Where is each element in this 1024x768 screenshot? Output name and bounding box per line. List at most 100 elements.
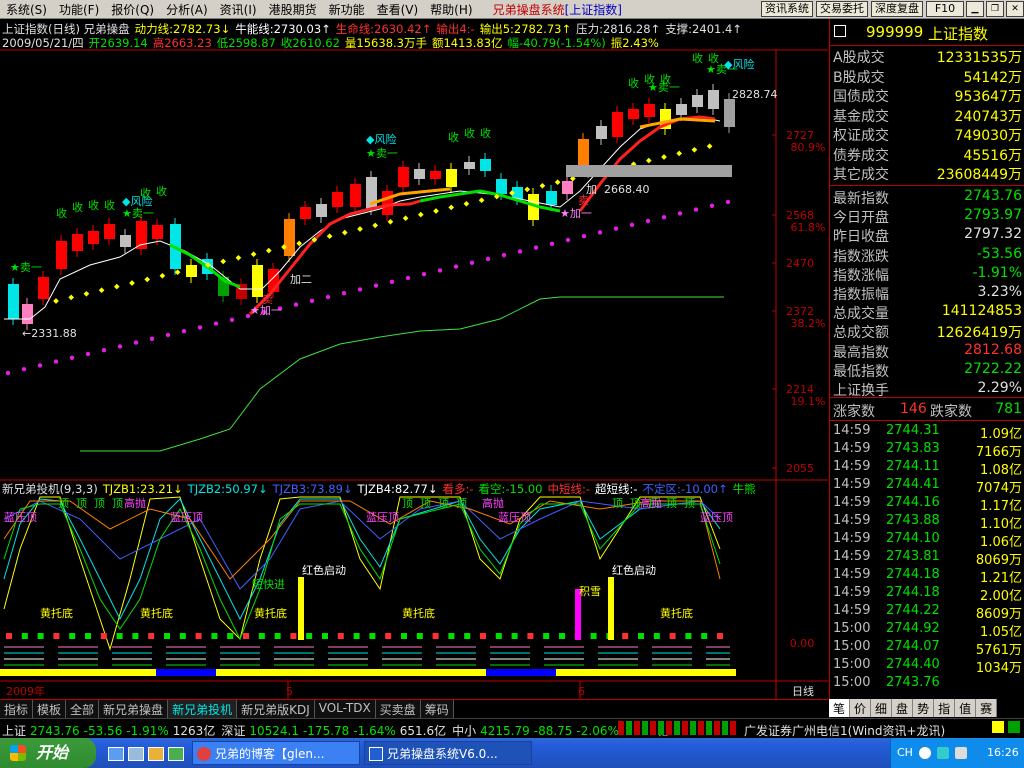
tray-help-icon[interactable] [919,747,931,759]
tab-2[interactable]: 全部 [66,700,100,718]
magenta-dot [421,272,427,277]
close-icon[interactable]: ✕ [1006,1,1024,17]
tab-4[interactable]: 新兄弟投机 [168,700,238,718]
stat-value: 749030万 [954,128,1022,144]
signal-bar [164,633,170,639]
close-signal: 收 [448,130,459,144]
tick-row[interactable]: 14:59 2743.81 8069万 [830,549,1024,568]
menu-info[interactable]: 资讯(I) [214,1,263,18]
tick-row[interactable]: 14:59 2743.83 7166万 [830,441,1024,460]
tab-5[interactable]: 新兄弟版KDJ [237,700,315,718]
folder-icon[interactable] [148,747,164,761]
language-indicator[interactable]: CH [897,746,913,759]
signal-bar [243,633,249,639]
tick-row[interactable]: 15:00 2744.92 1.05亿 [830,621,1024,640]
magenta-dot [181,329,187,334]
restore-icon[interactable]: ❐ [986,1,1004,17]
menu-help[interactable]: 帮助(H) [424,1,478,18]
app-icon[interactable] [168,747,184,761]
quote-tab-3[interactable]: 盘 [892,699,914,717]
tick-row[interactable]: 15:00 2744.40 1034万 [830,657,1024,676]
quote-tab-5[interactable]: 指 [934,699,956,717]
top-label: 顶 [666,497,677,510]
start-button[interactable]: 开始 [0,738,96,768]
menu-view[interactable]: 查看(V) [371,1,425,18]
signal-bar [464,633,471,639]
menu-function[interactable]: 功能(F) [53,1,105,18]
menu-hk-futures[interactable]: 港股期货 [263,1,323,18]
quote-tab-1[interactable]: 价 [850,699,872,717]
magenta-dot [725,199,731,205]
signal-bar [179,633,186,639]
tick-row[interactable]: 14:59 2744.18 2.00亿 [830,585,1024,604]
status-field-2: -53.56 [83,724,123,738]
task-blog[interactable]: 兄弟的博客【glen... [192,741,360,765]
turnover-row: 基金成交 240743万 [830,106,1024,125]
blue-press-label: 蓝压顶 [700,511,733,524]
tick-row[interactable]: 14:59 2743.88 1.10亿 [830,513,1024,532]
task-trading[interactable]: 兄弟操盘系统V6.0... [364,741,532,765]
stat-label: 国债成交 [833,89,889,105]
kline-chart-area[interactable]: 上证指数(日线) 兄弟操盘 动力线:2782.73↓ 牛能线:2730.03↑ 生命线… [0,19,828,719]
indicator-field-1: TJZB1:23.21↓ [102,482,183,496]
start-label: 开始 [36,743,69,762]
tray-volume-icon[interactable] [955,747,967,759]
signal-bar [701,633,708,639]
signal-bar [132,633,139,639]
magenta-dot [501,253,507,258]
signal-bar [195,633,202,639]
candle-body [56,241,67,269]
tab-3[interactable]: 新兄弟操盘 [99,700,169,718]
quote-tab-2[interactable]: 细 [871,699,893,717]
tab-6[interactable]: VOL-TDX [314,700,376,718]
tick-price: 2743.88 [886,513,940,528]
f10-button[interactable]: F10 [926,1,964,17]
up-count: 146 [900,401,927,417]
tick-price: 2744.31 [886,423,940,438]
tick-row[interactable]: 14:59 2744.31 1.09亿 [830,423,1024,442]
period-label: 日线 [792,684,814,698]
expand-icon[interactable] [834,25,846,37]
menu-analysis[interactable]: 分析(A) [160,1,214,18]
tick-row[interactable]: 14:59 2744.11 1.08亿 [830,459,1024,478]
up-count-label: 涨家数 [833,404,875,420]
deep-review-button[interactable]: 深度复盘 [871,1,923,17]
minimize-icon[interactable]: ▁ [966,1,984,17]
menu-new-features[interactable]: 新功能 [323,1,371,18]
quote-tab-4[interactable]: 势 [913,699,935,717]
info-system-button[interactable]: 资讯系统 [761,1,813,17]
yellow-dot [265,247,272,254]
quote-tab-6[interactable]: 值 [955,699,977,717]
magenta-dot [645,218,651,224]
tab-7[interactable]: 买卖盘 [375,700,421,718]
tab-0[interactable]: 指标 [0,700,34,718]
tick-row[interactable]: 14:59 2744.10 1.06亿 [830,531,1024,550]
quote-tab-7[interactable]: 赛 [976,699,998,717]
tray-network-icon[interactable] [937,747,949,759]
blue-press-label: 蓝压顶 [4,511,37,524]
menu-quote[interactable]: 报价(Q) [105,1,160,18]
ie-icon[interactable] [108,747,124,761]
yellow-dot [98,287,105,294]
time-label-year: 2009年 [6,684,45,698]
signal-bar [511,633,518,639]
tab-8[interactable]: 筹码 [420,700,454,718]
yellow-dot [645,157,652,164]
magenta-dot [341,291,347,296]
top-label: 顶 [456,497,467,510]
tick-row[interactable]: 14:59 2744.16 1.17亿 [830,495,1024,514]
desktop-icon[interactable] [128,747,144,761]
window-title: 兄弟操盘系统[上证指数] [492,2,622,17]
tick-row[interactable]: 14:59 2744.41 7074万 [830,477,1024,496]
tick-row[interactable]: 14:59 2744.18 1.21亿 [830,567,1024,586]
tick-row[interactable]: 14:59 2744.22 8609万 [830,603,1024,622]
trade-order-button[interactable]: 交易委托 [816,1,868,17]
indicator-field-8: 超短线:- [595,482,638,496]
tick-row[interactable]: 15:00 2744.07 5761万 [830,639,1024,658]
trend-strip-blue [156,669,216,676]
tab-1[interactable]: 模板 [33,700,67,718]
menu-system[interactable]: 系统(S) [0,1,53,18]
quote-tab-0[interactable]: 笔 [829,699,851,717]
tick-row[interactable]: 15:00 2743.76 [830,675,1024,693]
yellow-dot [341,229,348,236]
